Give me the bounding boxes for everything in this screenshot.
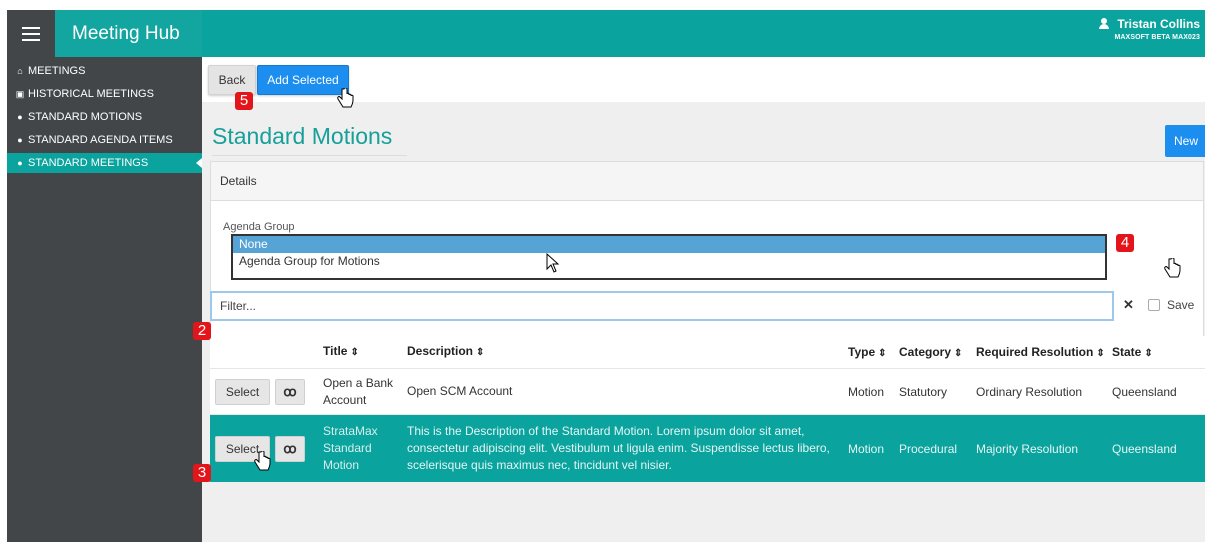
cell-type: Motion <box>848 441 885 456</box>
sort-icon: ⇕ <box>1096 348 1105 359</box>
sort-icon: ⇕ <box>476 347 485 358</box>
home-icon: ⌂ <box>17 66 23 76</box>
sidebar-item-standard-agenda-items[interactable]: ● STANDARD AGENDA ITEMS <box>7 130 202 150</box>
annotation-badge-4: 4 <box>1116 234 1134 252</box>
cell-state: Queensland <box>1112 441 1177 456</box>
agenda-group-label: Agenda Group <box>223 221 295 233</box>
column-header-description[interactable]: Description ⇕ <box>402 343 846 361</box>
row-actions: Select ꝏ <box>210 378 315 405</box>
filter-input[interactable] <box>210 291 1114 321</box>
column-header-type[interactable]: Type ⇕ <box>846 345 894 359</box>
hamburger-menu-button[interactable] <box>7 10 55 57</box>
sidebar-item-label: HISTORICAL MEETINGS <box>28 88 154 100</box>
agenda-group-option-motions[interactable]: Agenda Group for Motions <box>233 253 1105 270</box>
page-title: Standard Motions <box>212 123 393 149</box>
cell-required-resolution: Majority Resolution <box>976 441 1079 456</box>
annotation-badge-3: 3 <box>193 464 211 482</box>
hand-cursor-icon <box>1164 258 1181 278</box>
column-header-state[interactable]: State ⇕ <box>1108 345 1198 359</box>
cell-category: Statutory <box>899 384 948 399</box>
column-header-title[interactable]: Title ⇕ <box>315 343 402 361</box>
clear-filter-icon[interactable]: ✕ <box>1123 297 1134 313</box>
glasses-icon[interactable]: ꝏ <box>275 378 305 405</box>
sidebar-item-label: STANDARD MEETINGS <box>28 157 149 169</box>
user-name: Tristan Collins <box>1117 17 1200 31</box>
back-button[interactable]: Back <box>208 65 256 95</box>
dashboard-icon: ● <box>17 158 23 168</box>
table-row-highlighted[interactable]: Select ꝏ StrataMax Standard Motion This … <box>210 414 1205 482</box>
cell-description: Open SCM Account <box>407 384 513 398</box>
sidebar-item-historical-meetings[interactable]: ▣ HISTORICAL MEETINGS <box>7 84 202 104</box>
hand-cursor-icon <box>337 88 354 108</box>
sidebar-item-label: STANDARD MOTIONS <box>28 111 143 123</box>
new-agenda-group-button[interactable]: New <box>1165 125 1205 157</box>
app-title: Meeting Hub <box>55 10 202 57</box>
sort-icon: ⇕ <box>954 348 963 359</box>
hand-cursor-icon <box>254 451 271 471</box>
user-subtitle: MAXSOFT BETA MAX023 <box>1114 34 1200 41</box>
sidebar-item-label: STANDARD AGENDA ITEMS <box>28 134 173 146</box>
sort-icon: ⇕ <box>878 348 887 359</box>
motions-table: Title ⇕ Description ⇕ Type ⇕ Category ⇕ Requ… <box>210 336 1205 482</box>
arrow-cursor-icon <box>546 253 560 273</box>
save-filter-label: Save <box>1167 298 1195 312</box>
user-info[interactable]: Tristan Collins MAXSOFT BETA MAX023 <box>1099 17 1200 41</box>
hamburger-icon <box>22 26 40 41</box>
details-panel-title: Details <box>211 162 1203 201</box>
column-header-required-resolution[interactable]: Required Resolution ⇕ <box>971 345 1108 359</box>
glasses-icon[interactable]: ꝏ <box>275 435 305 462</box>
cell-type: Motion <box>848 384 885 399</box>
calendar-icon: ▣ <box>15 89 25 99</box>
agenda-group-listbox[interactable]: None Agenda Group for Motions <box>231 234 1107 280</box>
sidebar: ⌂ MEETINGS ▣ HISTORICAL MEETINGS ● STANDARD… <box>7 57 202 542</box>
cell-title: StrataMax Standard Motion <box>323 424 378 472</box>
agenda-group-option-none[interactable]: None <box>233 236 1105 253</box>
sort-icon: ⇕ <box>1144 348 1153 359</box>
sidebar-item-standard-meetings[interactable]: ● STANDARD MEETINGS <box>7 153 202 173</box>
main-content: Back Add Selected Standard Motions Detai… <box>202 57 1205 542</box>
annotation-badge-2: 2 <box>193 322 211 340</box>
top-bar: Meeting Hub Tristan Collins MAXSOFT BETA… <box>7 10 1205 57</box>
annotation-badge-5: 5 <box>235 92 253 110</box>
filter-row: ✕ Save <box>210 291 1205 321</box>
sidebar-item-standard-motions[interactable]: ● STANDARD MOTIONS <box>7 107 202 127</box>
cell-title: Open a Bank Account <box>323 375 394 407</box>
cell-state: Queensland <box>1112 384 1177 399</box>
table-row[interactable]: Select ꝏ Open a Bank Account Open SCM Ac… <box>210 368 1205 414</box>
cell-category: Procedural <box>899 441 958 456</box>
table-header: Title ⇕ Description ⇕ Type ⇕ Category ⇕ Requ… <box>210 336 1205 368</box>
dashboard-icon: ● <box>17 135 23 145</box>
save-filter-checkbox[interactable] <box>1148 299 1160 311</box>
column-header-category[interactable]: Category ⇕ <box>894 345 971 359</box>
sidebar-item-meetings[interactable]: ⌂ MEETINGS <box>7 61 202 81</box>
cell-description: This is the Description of the Standard … <box>407 424 830 472</box>
sort-icon: ⇕ <box>350 347 359 358</box>
dashboard-icon: ● <box>17 112 23 122</box>
title-divider <box>212 155 407 156</box>
sidebar-item-label: MEETINGS <box>28 65 86 77</box>
user-icon <box>1099 18 1110 29</box>
cell-required-resolution: Ordinary Resolution <box>976 384 1083 399</box>
select-button[interactable]: Select <box>215 378 270 405</box>
